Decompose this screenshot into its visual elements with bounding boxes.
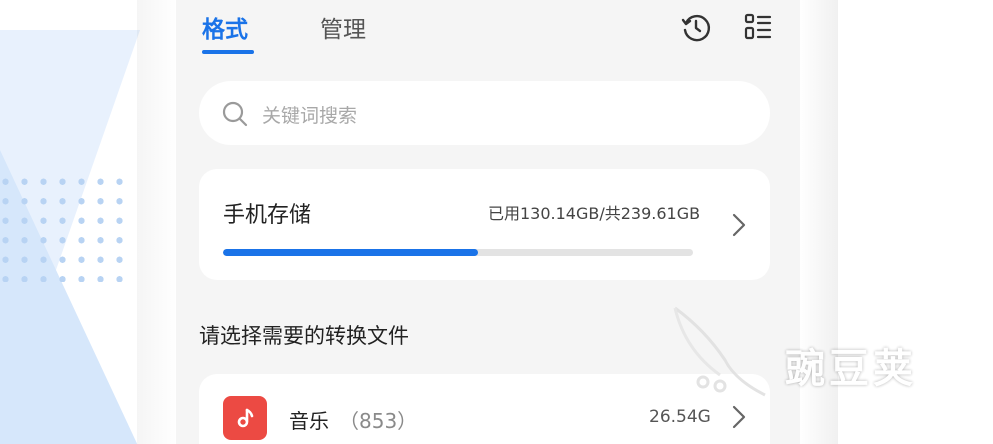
history-button[interactable] [679, 10, 713, 44]
phone-storage-card[interactable]: 手机存储 已用130.14GB/共239.61GB [199, 169, 770, 280]
phone-shadow-left [137, 0, 177, 444]
watermark-text: 豌豆荚 [785, 346, 917, 392]
search-icon [221, 100, 249, 132]
file-category-name: 音乐 [289, 409, 329, 433]
storage-usage-text: 已用130.14GB/共239.61GB [488, 204, 701, 223]
list-menu-icon [744, 13, 772, 40]
search-placeholder: 关键词搜索 [262, 105, 358, 127]
chevron-right-icon [731, 404, 747, 434]
left-decoration [0, 0, 140, 444]
music-note-icon [223, 396, 267, 440]
watermark-leaf-icon [673, 306, 766, 397]
storage-progress-bar [223, 249, 693, 256]
watermark-logo: 豌豆荚 [665, 300, 965, 400]
file-category-size: 26.54G [649, 407, 711, 427]
file-category-count: （853） [339, 409, 418, 433]
active-tab-indicator [202, 50, 254, 54]
list-menu-button[interactable] [741, 10, 775, 44]
decor-dot-grid [0, 172, 130, 282]
history-icon [681, 14, 710, 42]
tab-manage[interactable]: 管理 [320, 10, 366, 44]
section-title: 请选择需要的转换文件 [199, 324, 409, 348]
storage-progress-fill [223, 249, 479, 256]
storage-title: 手机存储 [223, 203, 312, 228]
chevron-right-icon [731, 212, 747, 242]
tab-format[interactable]: 格式 [202, 10, 248, 44]
search-bar[interactable]: 关键词搜索 [199, 81, 770, 145]
